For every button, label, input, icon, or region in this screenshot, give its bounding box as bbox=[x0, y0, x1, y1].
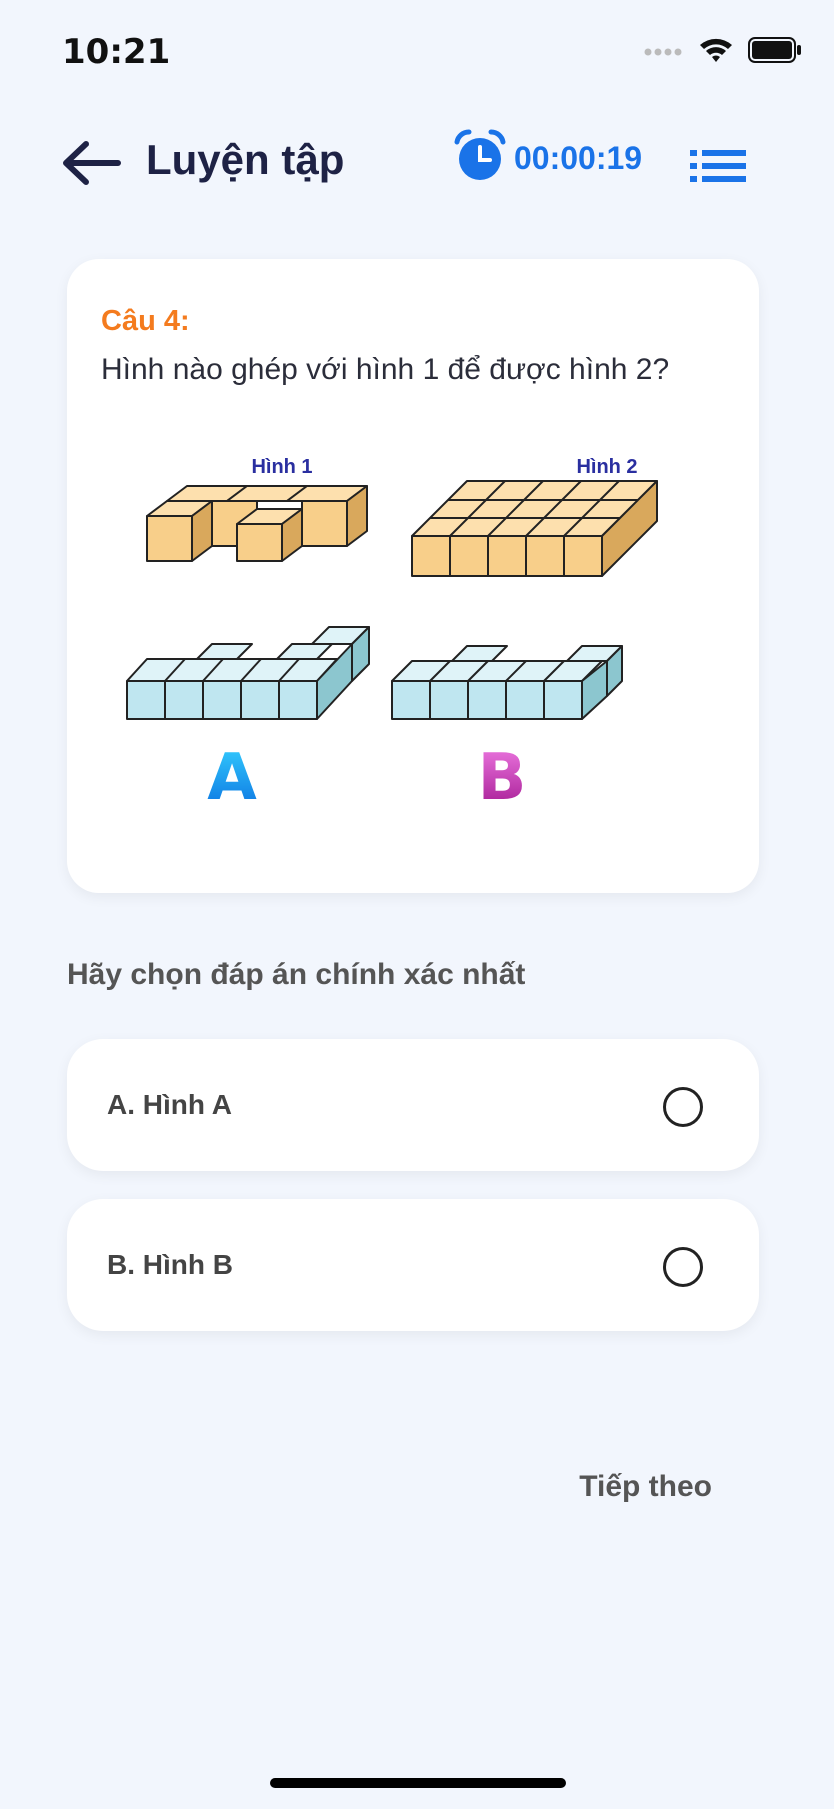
status-time: 10:21 bbox=[62, 32, 171, 72]
choice-a-cubes bbox=[126, 626, 370, 720]
app-header: Luyện tập 00:00:19 bbox=[0, 120, 834, 210]
back-button[interactable] bbox=[58, 132, 124, 198]
question-text: Hình nào ghép với hình 1 để được hình 2? bbox=[101, 353, 670, 386]
figure-label-1: Hình 1 bbox=[251, 456, 312, 478]
alarm-clock-icon bbox=[452, 128, 508, 188]
signal-icon bbox=[644, 43, 684, 62]
question-list-button[interactable] bbox=[690, 146, 746, 186]
page-title: Luyện tập bbox=[146, 136, 345, 183]
wifi-icon bbox=[698, 36, 734, 68]
question-card: Câu 4: Hình nào ghép với hình 1 để được … bbox=[67, 259, 759, 893]
choice-a-letter: A bbox=[207, 741, 257, 815]
option-a[interactable]: A. Hình A bbox=[67, 1039, 759, 1171]
option-b[interactable]: B. Hình B bbox=[67, 1199, 759, 1331]
option-a-label: A. Hình A bbox=[107, 1089, 232, 1120]
choice-b-cubes bbox=[391, 645, 623, 720]
option-a-radio[interactable] bbox=[663, 1087, 703, 1127]
question-figure: Hình 1 Hình 2 A B bbox=[107, 419, 727, 859]
figure-2-cubes bbox=[411, 480, 658, 577]
figure-label-2: Hình 2 bbox=[576, 456, 637, 478]
option-b-label: B. Hình B bbox=[107, 1249, 233, 1280]
answer-prompt: Hãy chọn đáp án chính xác nhất bbox=[67, 958, 526, 991]
arrow-left-icon bbox=[60, 138, 122, 192]
list-icon bbox=[690, 150, 746, 190]
status-bar: 10:21 bbox=[0, 0, 834, 100]
figure-1-cubes bbox=[146, 485, 368, 562]
choice-b-letter: B bbox=[478, 741, 527, 815]
option-b-radio[interactable] bbox=[663, 1247, 703, 1287]
home-indicator bbox=[270, 1778, 566, 1788]
timer: 00:00:19 bbox=[452, 128, 642, 188]
status-icons bbox=[644, 36, 802, 68]
next-button[interactable]: Tiếp theo bbox=[579, 1470, 712, 1504]
timer-value: 00:00:19 bbox=[514, 139, 643, 176]
battery-icon bbox=[748, 37, 802, 67]
question-number: Câu 4: bbox=[101, 305, 190, 337]
